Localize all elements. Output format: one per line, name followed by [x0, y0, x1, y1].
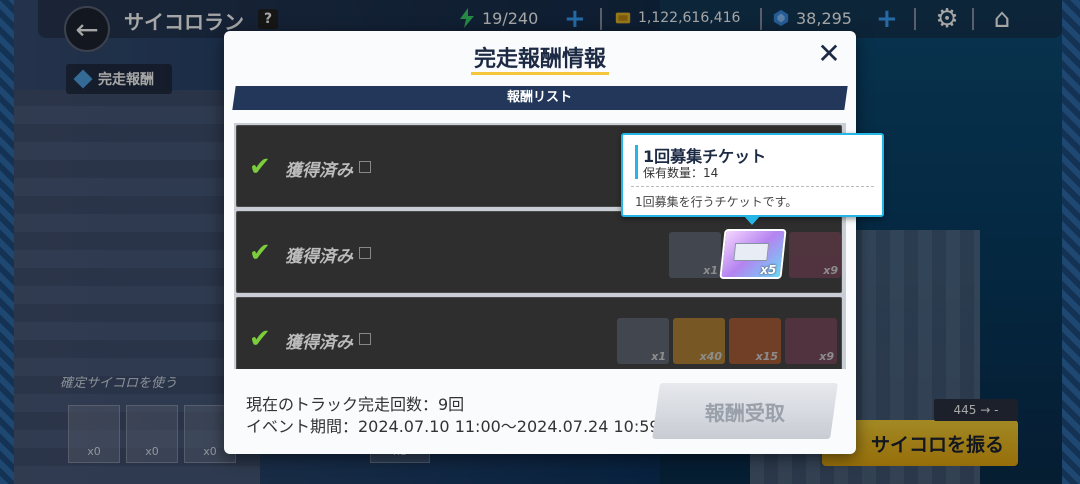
- checkmark-icon: ✔: [249, 238, 271, 268]
- claim-reward-button[interactable]: 報酬受取: [652, 383, 838, 439]
- acquired-label: 獲得済み: [285, 161, 353, 181]
- acquired-label: 獲得済み: [285, 247, 353, 267]
- reward-item[interactable]: x9: [785, 318, 837, 364]
- tooltip-description: 1回募集を行うチケットです。: [635, 195, 798, 209]
- acquired-label: 獲得済み: [285, 333, 353, 353]
- tooltip-accent-bar: [635, 145, 638, 179]
- reward-row: ✔ 獲得済み x1 x40 x15 x9: [236, 297, 842, 369]
- info-icon: [359, 161, 371, 173]
- item-quantity: x40: [699, 350, 722, 363]
- checkmark-icon: ✔: [249, 324, 271, 354]
- tooltip-count: 保有数量：14: [643, 166, 719, 180]
- completed-count-text: 現在のトラック完走回数：9回: [246, 395, 465, 414]
- info-icon: [359, 333, 371, 345]
- reward-item[interactable]: x9: [789, 232, 841, 278]
- item-quantity: x15: [755, 350, 778, 363]
- item-quantity: x1: [651, 350, 666, 363]
- item-quantity: x1: [703, 264, 718, 277]
- recruit-ticket-item[interactable]: x5: [719, 229, 787, 279]
- info-icon: [359, 247, 371, 259]
- reward-item[interactable]: x15: [729, 318, 781, 364]
- reward-list-header-label: 報酬リスト: [507, 90, 573, 105]
- item-quantity: x9: [823, 264, 838, 277]
- item-quantity: x9: [819, 350, 834, 363]
- ticket-icon: [733, 243, 770, 261]
- modal-title: 完走報酬情報: [473, 47, 606, 72]
- reward-item[interactable]: x1: [617, 318, 669, 364]
- reward-list-header: 報酬リスト: [232, 86, 848, 110]
- close-icon[interactable]: ✕: [814, 39, 844, 69]
- reward-item[interactable]: x40: [673, 318, 725, 364]
- claim-reward-label: 報酬受取: [705, 400, 785, 425]
- item-quantity: x5: [760, 263, 777, 277]
- tooltip-arrow: [744, 216, 760, 225]
- item-tooltip: 1回募集チケット 保有数量：14 1回募集を行うチケットです。: [621, 133, 884, 217]
- title-underline: [471, 72, 609, 75]
- checkmark-icon: ✔: [249, 152, 271, 182]
- event-period-text: イベント期間：2024.07.10 11:00〜2024.07.24 10:59: [246, 417, 660, 436]
- reward-item[interactable]: x1: [669, 232, 721, 278]
- tooltip-divider: [631, 186, 874, 187]
